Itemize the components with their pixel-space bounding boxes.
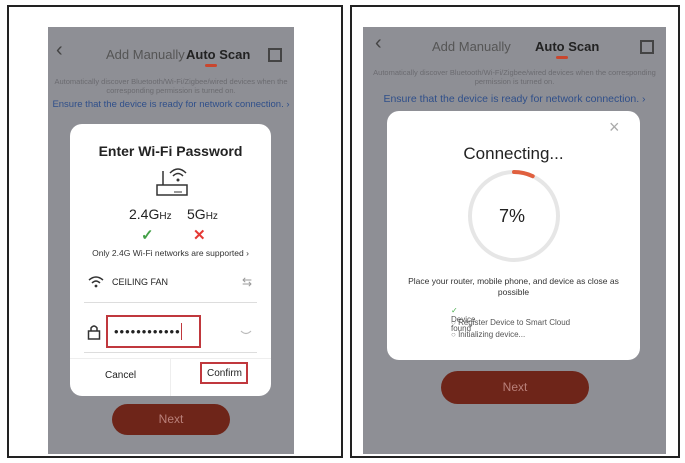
ensure-ready-link[interactable]: Ensure that the device is ready for netw… — [48, 99, 294, 110]
router-icon — [156, 168, 188, 196]
wifi-icon — [88, 276, 104, 288]
button-separator — [170, 358, 171, 396]
back-icon[interactable]: ‹ — [375, 32, 382, 55]
wifi-ssid: CEILING FAN — [112, 277, 169, 287]
lock-icon — [87, 325, 101, 340]
scan-icon[interactable] — [640, 40, 654, 54]
band-5ghz-label: 5GHz — [187, 206, 218, 222]
ensure-ready-link[interactable]: Ensure that the device is ready for netw… — [363, 93, 666, 105]
password-input[interactable]: •••••••••••• — [106, 315, 201, 348]
next-button[interactable]: Next — [441, 371, 589, 404]
proximity-advice: Place your router, mobile phone, and dev… — [408, 276, 619, 297]
confirm-button[interactable]: Confirm — [200, 362, 248, 384]
confirm-label: Confirm — [207, 368, 243, 379]
discovery-hint: Automatically discover Bluetooth/Wi-Fi/Z… — [54, 77, 288, 95]
connecting-title: Connecting... — [463, 144, 564, 163]
progress-percent: 7% — [499, 206, 526, 226]
toggle-visibility-icon[interactable] — [240, 330, 252, 336]
back-icon[interactable]: ‹ — [56, 39, 63, 62]
left-phone-screen: ‹ Add Manually Auto Scan Automatically d… — [48, 27, 294, 454]
step-register-cloud: ○ Register Device to Smart Cloud — [451, 318, 571, 327]
band-24ghz-label: 2.4GHz — [129, 206, 172, 222]
active-tab-indicator — [556, 56, 568, 59]
tab-auto-scan[interactable]: Auto Scan — [535, 39, 599, 54]
tab-add-manually[interactable]: Add Manually — [106, 47, 185, 62]
tab-auto-scan[interactable]: Auto Scan — [186, 47, 250, 62]
tab-add-manually[interactable]: Add Manually — [432, 39, 511, 54]
active-tab-indicator — [205, 64, 217, 67]
next-button[interactable]: Next — [112, 404, 230, 435]
supported-networks-link[interactable]: Only 2.4G Wi-Fi networks are supported › — [70, 248, 271, 258]
cancel-button[interactable]: Cancel — [105, 370, 136, 381]
close-icon[interactable]: × — [609, 117, 620, 138]
divider — [84, 352, 257, 353]
cross-icon: ✕ — [193, 227, 206, 244]
connecting-dialog: × Connecting... 7% Place your router, mo… — [387, 111, 640, 360]
wifi-password-dialog: Enter Wi-Fi Password 2.4GHz 5GHz ✓ ✕ Onl… — [70, 124, 271, 396]
check-icon: ✓ — [141, 227, 154, 244]
switch-network-icon[interactable]: ⇆ — [242, 275, 252, 289]
dialog-title: Enter Wi-Fi Password — [98, 143, 243, 159]
divider — [84, 302, 257, 303]
top-nav: ‹ Add Manually Auto Scan — [363, 27, 666, 73]
password-value: •••••••••••• — [114, 324, 181, 339]
text-cursor — [181, 323, 182, 340]
discovery-hint: Automatically discover Bluetooth/Wi-Fi/Z… — [373, 68, 656, 86]
step-initializing: ○ Initializing device... — [451, 330, 526, 339]
right-phone-screen: ‹ Add Manually Auto Scan Automatically d… — [363, 27, 666, 454]
scan-icon[interactable] — [268, 48, 282, 62]
top-nav: ‹ Add Manually Auto Scan — [48, 27, 294, 73]
